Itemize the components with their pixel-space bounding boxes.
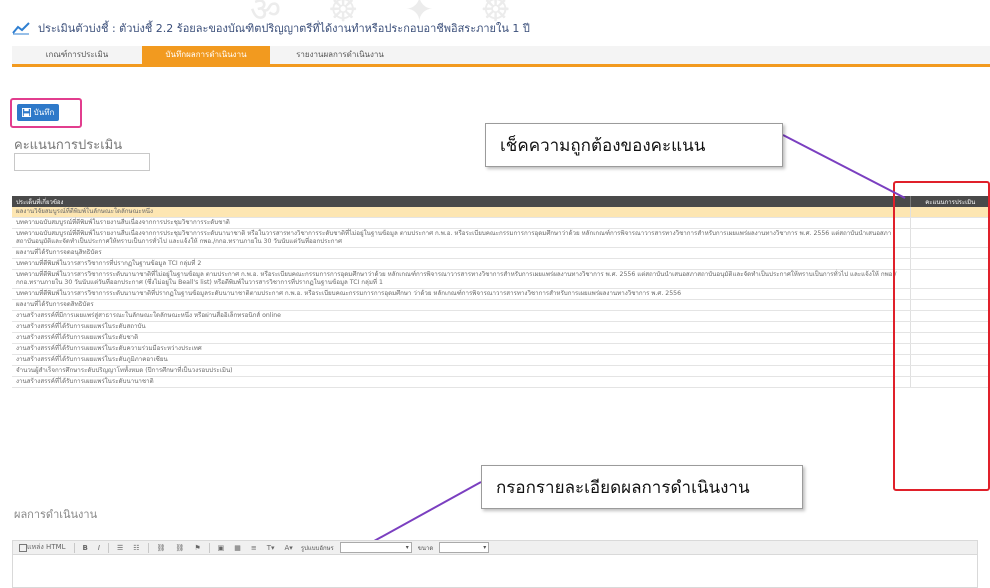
criteria-table: ประเด็นที่เกี่ยวข้อง คะแนนการประเมิน ผลง… (12, 196, 990, 388)
tab-report[interactable]: รายงานผลการดำเนินงาน (270, 46, 410, 64)
table-row: บทความที่ตีพิมพ์ในวารสารวิชาการระดับนานา… (12, 288, 990, 300)
table-row: ผลงานวิจัยสมบูรณ์ที่ตีพิมพ์ในลักษณะใดลัก… (12, 207, 990, 218)
score-label: คะแนนการประเมิน (14, 138, 123, 153)
image-icon[interactable]: ▣ (216, 543, 227, 553)
bold-button[interactable]: B (81, 543, 90, 553)
italic-button[interactable]: I (96, 543, 102, 553)
editor-toolbar: แหล่ง HTML B I ☰ ☷ ⛓ ⛓ ⚑ ▣ ▦ ≡ T▾ A▾ รูป… (12, 540, 978, 555)
score-column-highlight-box (893, 181, 990, 491)
font-size-select[interactable]: ▾ (439, 542, 490, 553)
column-header-topic: ประเด็นที่เกี่ยวข้อง (12, 196, 910, 207)
table-row: งานสร้างสรรค์ที่ได้รับการเผยแพร่ในระดับน… (12, 376, 990, 388)
table-row: งานสร้างสรรค์ที่ได้รับการเผยแพร่ในระดับช… (12, 332, 990, 344)
save-button-label: บันทึก (33, 108, 55, 117)
page-title: ประเมินตัวบ่งชี้ : ตัวบ่งชี้ 2.2 ร้อยละข… (38, 22, 530, 35)
toolbar-separator (107, 542, 109, 553)
numbered-list-icon[interactable]: ☰ (115, 543, 125, 553)
tab-record-results[interactable]: บันทึกผลการดำเนินงาน (142, 46, 270, 64)
save-highlight-box: บันทึก (10, 98, 82, 128)
unlink-icon[interactable]: ⛓ (173, 543, 186, 553)
source-html-label: แหล่ง HTML (27, 543, 66, 551)
callout-fill-details: กรอกรายละเอียดผลการดำเนินงาน (481, 465, 803, 509)
table-row: งานสร้างสรรค์ที่ได้รับการเผยแพร่ในระดับภ… (12, 354, 990, 366)
row-text: ผลงานที่ได้รับการจดสิทธิบัตร (12, 299, 910, 311)
table-row: ผลงานที่ได้รับการจดสิทธิบัตร (12, 299, 990, 311)
toolbar-separator (73, 542, 75, 553)
source-icon (19, 543, 27, 552)
toolbar-separator (147, 542, 149, 553)
row-text: งานสร้างสรรค์ที่ได้รับการเผยแพร่ในระดับช… (12, 332, 910, 344)
anchor-icon[interactable]: ⚑ (192, 543, 202, 553)
page-header: ประเมินตัวบ่งชี้ : ตัวบ่งชี้ 2.2 ร้อยละข… (12, 18, 530, 38)
floppy-disk-icon (21, 108, 31, 117)
link-icon[interactable]: ⛓ (155, 543, 168, 553)
row-text: งานสร้างสรรค์ที่ได้รับการเผยแพร่ในระดับค… (12, 343, 910, 355)
row-text: งานสร้างสรรค์ที่ได้รับการเผยแพร่ในระดับส… (12, 321, 910, 333)
horizontal-line-icon[interactable]: ≡ (249, 543, 259, 553)
row-text: งานสร้างสรรค์ที่ได้รับการเผยแพร่ในระดับภ… (12, 354, 910, 366)
table-row: ผลงานที่ได้รับการจดอนุสิทธิบัตร (12, 247, 990, 259)
font-size-label: ขนาด (417, 544, 434, 552)
callout-check-score: เช็คความถูกต้องของคะแนน (485, 123, 783, 167)
row-text: บทความที่ตีพิมพ์ในวารสารวิชาการระดับนานา… (12, 288, 910, 300)
font-format-label: รูปแบบอักษร (300, 544, 334, 552)
table-row: บทความฉบับสมบูรณ์ที่ตีพิมพ์ในรายงานสืบเน… (12, 217, 990, 229)
callout-line-score (782, 134, 906, 199)
row-text: บทความฉบับสมบูรณ์ที่ตีพิมพ์ในรายงานสืบเน… (12, 217, 910, 229)
row-text: งานสร้างสรรค์ที่มีการเผยแพร่สู่สาธารณะใน… (12, 310, 910, 322)
font-format-select[interactable]: ▾ (339, 542, 412, 553)
table-row: งานสร้างสรรค์ที่ได้รับการเผยแพร่ในระดับส… (12, 321, 990, 333)
row-text: ผลงานที่ได้รับการจดอนุสิทธิบัตร (12, 247, 910, 259)
table-icon[interactable]: ▦ (232, 543, 243, 553)
table-row: บทความที่ตีพิมพ์ในวารสารวิชาการระดับนานา… (12, 269, 990, 289)
results-label: ผลการดำเนินงาน (14, 508, 98, 521)
bulleted-list-icon[interactable]: ☷ (131, 543, 141, 553)
score-input[interactable] (14, 153, 150, 171)
row-text: บทความที่ตีพิมพ์ในวารสารวิชาการที่ปรากฏใ… (12, 258, 910, 270)
line-chart-icon (12, 22, 30, 35)
save-button[interactable]: บันทึก (17, 104, 59, 121)
row-text: จำนวนผู้สำเร็จการศึกษาระดับปริญญาโททั้งห… (12, 365, 910, 377)
chevron-down-icon: ▾ (405, 544, 409, 551)
row-text: ผลงานวิจัยสมบูรณ์ที่ตีพิมพ์ในลักษณะใดลัก… (12, 207, 910, 218)
tab-bar: เกณฑ์การประเมิน บันทึกผลการดำเนินงาน ราย… (12, 46, 990, 67)
toolbar-separator (208, 542, 210, 553)
results-editor-area[interactable] (12, 555, 978, 588)
chevron-down-icon: ▾ (483, 544, 487, 551)
table-row: บทความที่ตีพิมพ์ในวารสารวิชาการที่ปรากฏใ… (12, 258, 990, 270)
table-row: งานสร้างสรรค์ที่ได้รับการเผยแพร่ในระดับค… (12, 343, 990, 355)
table-row: บทความฉบับสมบูรณ์ที่ตีพิมพ์ในรายงานสืบเน… (12, 228, 990, 248)
source-html-button[interactable]: แหล่ง HTML (17, 543, 68, 553)
row-text: บทความที่ตีพิมพ์ในวารสารวิชาการระดับนานา… (12, 269, 910, 289)
text-color-icon[interactable]: T▾ (265, 543, 277, 553)
tab-criteria[interactable]: เกณฑ์การประเมิน (12, 46, 142, 64)
table-row: งานสร้างสรรค์ที่มีการเผยแพร่สู่สาธารณะใน… (12, 310, 990, 322)
row-text: งานสร้างสรรค์ที่ได้รับการเผยแพร่ในระดับน… (12, 376, 910, 388)
background-color-icon[interactable]: A▾ (283, 543, 295, 553)
row-text: บทความฉบับสมบูรณ์ที่ตีพิมพ์ในรายงานสืบเน… (12, 228, 910, 248)
table-row: จำนวนผู้สำเร็จการศึกษาระดับปริญญาโททั้งห… (12, 365, 990, 377)
table-header-row: ประเด็นที่เกี่ยวข้อง คะแนนการประเมิน (12, 196, 990, 207)
